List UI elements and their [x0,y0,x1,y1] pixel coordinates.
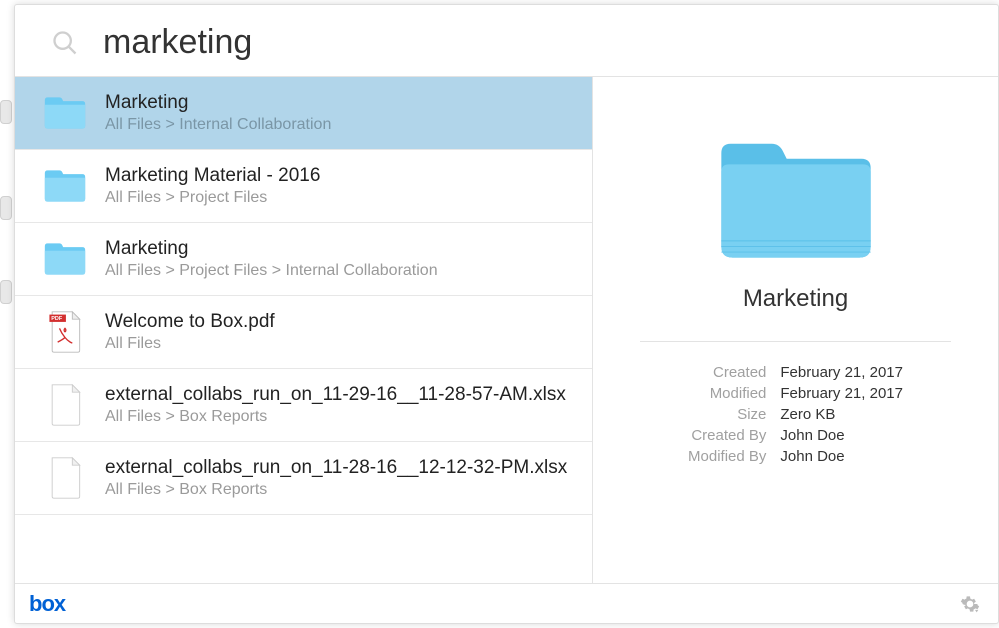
search-window: Marketing All Files > Internal Collabora… [14,4,999,624]
background-window-hint [0,100,12,124]
result-title: Welcome to Box.pdf [105,311,574,333]
result-text: external_collabs_run_on_11-29-16__11-28-… [105,384,574,426]
result-item-welcome-pdf[interactable]: PDF Welcome to Box.pdf All Files [15,296,592,369]
result-path: All Files > Project Files > Internal Col… [105,262,574,280]
result-item-xlsx-1[interactable]: external_collabs_run_on_11-29-16__11-28-… [15,369,592,442]
result-path: All Files > Box Reports [105,408,574,426]
meta-value-size: Zero KB [780,406,903,423]
footer: box [15,583,998,623]
meta-value-createdby: John Doe [780,427,903,444]
detail-metadata: Created February 21, 2017 Modified Febru… [688,364,903,465]
meta-label-createdby: Created By [688,427,766,444]
result-title: Marketing [105,92,574,114]
gear-icon[interactable] [960,594,980,614]
meta-value-modified: February 21, 2017 [780,385,903,402]
result-title: Marketing [105,238,574,260]
file-icon [43,383,87,427]
result-title: external_collabs_run_on_11-29-16__11-28-… [105,384,574,406]
pdf-icon: PDF [43,310,87,354]
meta-label-size: Size [688,406,766,423]
result-text: Marketing All Files > Internal Collabora… [105,92,574,134]
box-logo: box [29,591,65,617]
result-path: All Files > Project Files [105,189,574,207]
detail-panel: Marketing Created February 21, 2017 Modi… [593,77,998,583]
meta-label-created: Created [688,364,766,381]
meta-label-modified: Modified [688,385,766,402]
result-item-marketing[interactable]: Marketing All Files > Internal Collabora… [15,77,592,150]
result-path: All Files [105,335,574,353]
search-input[interactable] [103,23,978,62]
main-area: Marketing All Files > Internal Collabora… [15,77,998,583]
folder-icon [43,91,87,135]
svg-text:PDF: PDF [51,316,63,322]
result-title: external_collabs_run_on_11-28-16__12-12-… [105,457,574,479]
folder-icon [43,164,87,208]
detail-divider [640,341,951,342]
result-title: Marketing Material - 2016 [105,165,574,187]
file-icon [43,456,87,500]
meta-value-modifiedby: John Doe [780,448,903,465]
result-text: Marketing Material - 2016 All Files > Pr… [105,165,574,207]
detail-title: Marketing [743,285,848,313]
result-text: Marketing All Files > Project Files > In… [105,238,574,280]
result-item-marketing-2[interactable]: Marketing All Files > Project Files > In… [15,223,592,296]
search-bar [15,5,998,77]
background-window-hint [0,280,12,304]
search-icon [51,29,79,57]
result-text: external_collabs_run_on_11-28-16__12-12-… [105,457,574,499]
result-path: All Files > Box Reports [105,481,574,499]
results-list[interactable]: Marketing All Files > Internal Collabora… [15,77,593,583]
meta-value-created: February 21, 2017 [780,364,903,381]
folder-icon [43,237,87,281]
result-text: Welcome to Box.pdf All Files [105,311,574,353]
result-item-xlsx-2[interactable]: external_collabs_run_on_11-28-16__12-12-… [15,442,592,515]
result-path: All Files > Internal Collaboration [105,116,574,134]
background-window-hint [0,196,12,220]
folder-icon [711,127,881,267]
result-item-marketing-material[interactable]: Marketing Material - 2016 All Files > Pr… [15,150,592,223]
meta-label-modifiedby: Modified By [688,448,766,465]
